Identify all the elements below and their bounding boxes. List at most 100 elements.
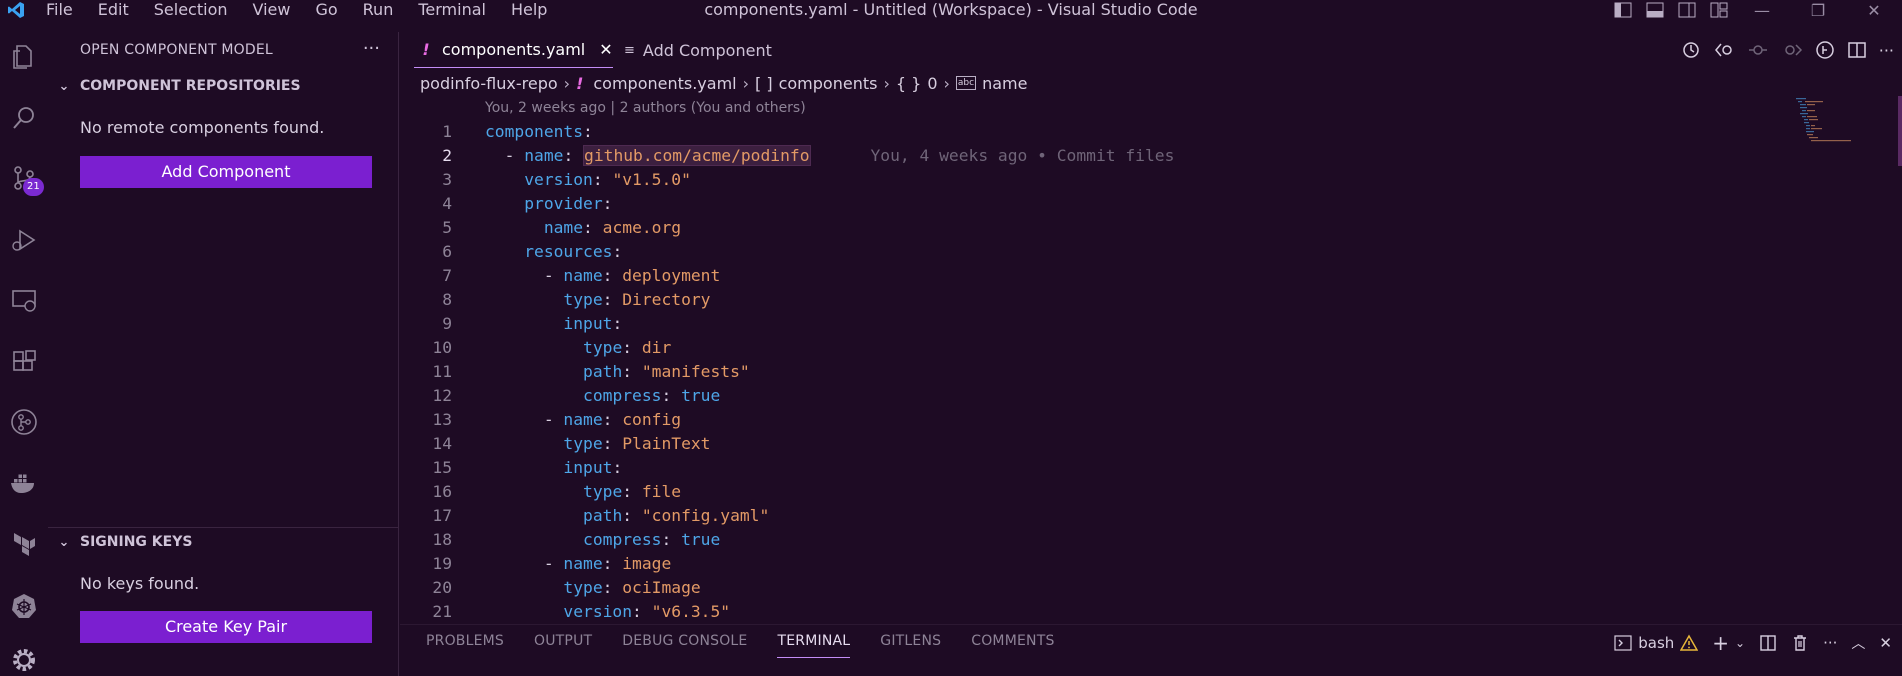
- array-icon: [ ]: [755, 73, 773, 93]
- tab-problems[interactable]: PROBLEMS: [426, 633, 504, 658]
- tab-debug-console[interactable]: DEBUG CONSOLE: [622, 633, 747, 658]
- menu-go[interactable]: Go: [300, 0, 347, 20]
- tab-gitlens[interactable]: GITLENS: [880, 633, 941, 658]
- breadcrumb-index[interactable]: 0: [927, 74, 937, 93]
- minimize-icon[interactable]: —: [1734, 1, 1790, 20]
- line-number: 13: [432, 410, 452, 429]
- more-actions-icon[interactable]: ···: [1879, 41, 1894, 60]
- yaml-key: version: [563, 602, 633, 621]
- settings-gear-icon[interactable]: [0, 636, 48, 676]
- kubernetes-icon[interactable]: [0, 582, 48, 630]
- code-line: 5 name: acme.org: [400, 216, 1790, 240]
- string-field-icon: abc: [955, 76, 977, 90]
- maximize-panel-icon[interactable]: ︿: [1851, 633, 1865, 653]
- next-revision-icon[interactable]: [1781, 40, 1803, 60]
- yaml-key: type: [583, 338, 623, 357]
- restore-icon[interactable]: ❐: [1790, 1, 1846, 20]
- tab-label: Add Component: [642, 40, 772, 60]
- menu-file[interactable]: File: [32, 0, 83, 20]
- breadcrumb-components[interactable]: components: [779, 74, 878, 93]
- breadcrumb-repo[interactable]: podinfo-flux-repo: [420, 74, 558, 93]
- line-number: 2: [442, 146, 452, 165]
- no-components-message: No remote components found.: [80, 118, 325, 137]
- kill-terminal-icon[interactable]: [1791, 634, 1809, 652]
- line-number: 11: [432, 362, 452, 381]
- more-actions-icon[interactable]: ···: [363, 38, 380, 59]
- terminal-instance[interactable]: bash: [1614, 634, 1699, 652]
- tab-label: components.yaml: [442, 40, 586, 59]
- menu-run[interactable]: Run: [348, 0, 404, 20]
- breadcrumb-field[interactable]: name: [982, 74, 1027, 93]
- chevron-down-icon[interactable]: ⌄: [1735, 636, 1745, 650]
- tab-components-yaml[interactable]: ! components.yaml ✕: [414, 32, 613, 68]
- terminal-name: bash: [1638, 634, 1675, 652]
- code-line: 19 - name: image: [400, 552, 1790, 576]
- yaml-key: name: [563, 410, 603, 429]
- tab-output[interactable]: OUTPUT: [534, 633, 592, 658]
- menu-view[interactable]: View: [238, 0, 301, 20]
- yaml-key: name: [563, 554, 603, 573]
- toggle-secondary-sidebar-icon[interactable]: [1678, 2, 1696, 18]
- explorer-icon[interactable]: [0, 32, 48, 80]
- sidebar: OPEN COMPONENT MODEL ··· ⌄ COMPONENT REP…: [48, 32, 399, 676]
- gitlens-inspect-icon[interactable]: [1815, 40, 1835, 60]
- yaml-value: "config.yaml": [641, 506, 770, 525]
- menu-terminal[interactable]: Terminal: [403, 0, 496, 20]
- extensions-icon[interactable]: [0, 338, 48, 386]
- more-actions-icon[interactable]: ···: [1823, 634, 1837, 652]
- minimap[interactable]: [1796, 96, 1858, 176]
- yaml-value: "manifests": [641, 362, 750, 381]
- breadcrumb-file[interactable]: components.yaml: [593, 74, 736, 93]
- source-control-icon[interactable]: 21: [0, 154, 48, 202]
- close-tab-icon[interactable]: ✕: [599, 40, 612, 59]
- menu-selection[interactable]: Selection: [139, 0, 238, 20]
- line-number: 4: [442, 194, 452, 213]
- new-terminal-icon[interactable]: +: [1712, 631, 1729, 655]
- code-line: 9 input:: [400, 312, 1790, 336]
- close-window-icon[interactable]: ✕: [1846, 1, 1902, 20]
- yaml-value: "v1.5.0": [612, 170, 691, 189]
- timeline-history-icon[interactable]: [1681, 40, 1701, 60]
- open-changes-icon[interactable]: [1713, 40, 1735, 60]
- section-title: SIGNING KEYS: [80, 534, 193, 550]
- line-number: 21: [432, 602, 452, 621]
- menu-edit[interactable]: Edit: [83, 0, 139, 20]
- create-key-pair-button[interactable]: Create Key Pair: [80, 611, 372, 643]
- toggle-panel-icon[interactable]: [1646, 2, 1664, 18]
- docker-icon[interactable]: [0, 460, 48, 508]
- tab-comments[interactable]: COMMENTS: [971, 633, 1054, 658]
- line-number: 7: [442, 266, 452, 285]
- yaml-file-icon: !: [422, 40, 430, 59]
- vertical-scrollbar[interactable]: [1898, 96, 1902, 166]
- editor-actions: ···: [1681, 40, 1894, 60]
- section-divider: [48, 527, 399, 528]
- run-debug-icon[interactable]: [0, 216, 48, 264]
- line-number: 3: [442, 170, 452, 189]
- split-terminal-icon[interactable]: [1759, 634, 1777, 652]
- tab-terminal[interactable]: TERMINAL: [777, 633, 851, 658]
- close-panel-icon[interactable]: ✕: [1879, 634, 1892, 652]
- search-icon[interactable]: [0, 94, 48, 142]
- window-controls: — ❐ ✕: [1734, 0, 1902, 20]
- tab-add-component[interactable]: ≡ Add Component: [624, 32, 772, 68]
- customize-layout-icon[interactable]: [1710, 2, 1728, 18]
- line-number: 1: [442, 122, 452, 141]
- preview-icon: ≡: [624, 42, 635, 58]
- split-editor-icon[interactable]: [1847, 40, 1867, 60]
- codelens-blame[interactable]: You, 2 weeks ago | 2 authors (You and ot…: [485, 100, 806, 116]
- gitlens-icon[interactable]: [0, 398, 48, 446]
- toggle-primary-sidebar-icon[interactable]: [1614, 2, 1632, 18]
- scm-badge: 21: [23, 178, 44, 196]
- yaml-key: compress: [583, 530, 662, 549]
- previous-revision-icon[interactable]: [1747, 40, 1769, 60]
- menu-help[interactable]: Help: [496, 0, 557, 20]
- add-component-button[interactable]: Add Component: [80, 156, 372, 188]
- signing-keys-header[interactable]: ⌄ SIGNING KEYS: [48, 530, 399, 554]
- yaml-value: acme.org: [602, 218, 682, 237]
- remote-explorer-icon[interactable]: [0, 276, 48, 324]
- component-repositories-header[interactable]: ⌄ COMPONENT REPOSITORIES: [48, 74, 399, 98]
- terraform-icon[interactable]: [0, 520, 48, 568]
- line-number: 12: [432, 386, 452, 405]
- terminal-icon: [1614, 635, 1632, 651]
- code-line: 7 - name: deployment: [400, 264, 1790, 288]
